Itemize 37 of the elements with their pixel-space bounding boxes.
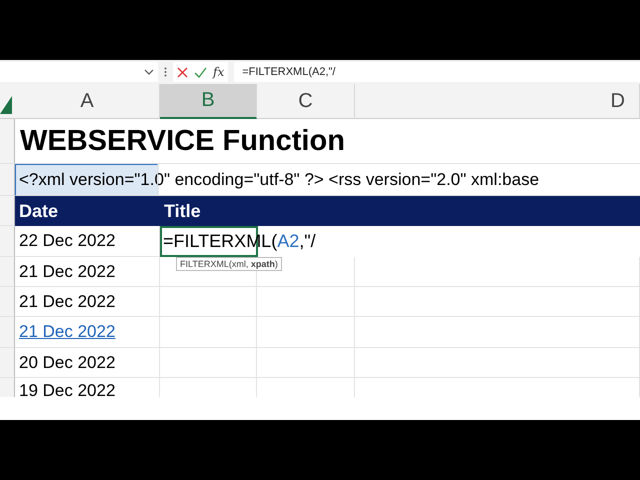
row-header[interactable] — [0, 164, 15, 196]
dropdown-caret-icon[interactable] — [144, 68, 154, 76]
empty-cell[interactable] — [355, 257, 640, 287]
row-header[interactable] — [0, 196, 15, 226]
column-header[interactable]: C — [257, 84, 355, 119]
row-header[interactable] — [0, 348, 15, 378]
empty-cell[interactable] — [160, 287, 257, 317]
date-cell: 21 Dec 2022 — [15, 257, 160, 287]
empty-cell[interactable] — [355, 348, 640, 378]
row-header[interactable] — [0, 378, 15, 397]
date-cell: 20 Dec 2022 — [15, 348, 160, 378]
date-cell: 21 Dec 2022 — [15, 287, 160, 317]
enter-check-icon[interactable] — [194, 66, 207, 78]
empty-cell[interactable] — [257, 287, 355, 317]
empty-cell[interactable] — [257, 317, 355, 348]
empty-cell[interactable] — [160, 317, 257, 348]
function-tooltip: FILTERXML(xml, xpath) — [176, 257, 282, 271]
row-header[interactable] — [0, 119, 15, 164]
insert-function-button[interactable]: fx — [213, 65, 224, 79]
cancel-icon[interactable] — [177, 66, 188, 78]
row-header[interactable] — [0, 317, 15, 348]
sheet-title: WEBSERVICE Function — [15, 119, 640, 164]
empty-cell[interactable] — [160, 348, 257, 378]
column-header[interactable]: D — [355, 84, 640, 119]
row-header[interactable] — [0, 257, 15, 287]
empty-cell[interactable] — [355, 287, 640, 317]
table-header-text: Title — [163, 200, 201, 222]
row-header[interactable] — [0, 287, 15, 317]
date-link[interactable]: 21 Dec 2022 — [15, 317, 160, 348]
more-dots-icon — [164, 67, 167, 77]
empty-cell[interactable] — [257, 348, 355, 378]
formula-field[interactable]: =FILTERXML(A2,"/ — [234, 62, 640, 82]
xml-cell: <?xml version="1.0" encoding="utf-8" ?> <rss version="2.0" xml:base — [15, 164, 640, 196]
column-header[interactable]: B — [160, 84, 257, 119]
row-header[interactable] — [0, 226, 15, 257]
table-header-text: Date — [18, 200, 58, 222]
empty-cell[interactable] — [355, 317, 640, 348]
